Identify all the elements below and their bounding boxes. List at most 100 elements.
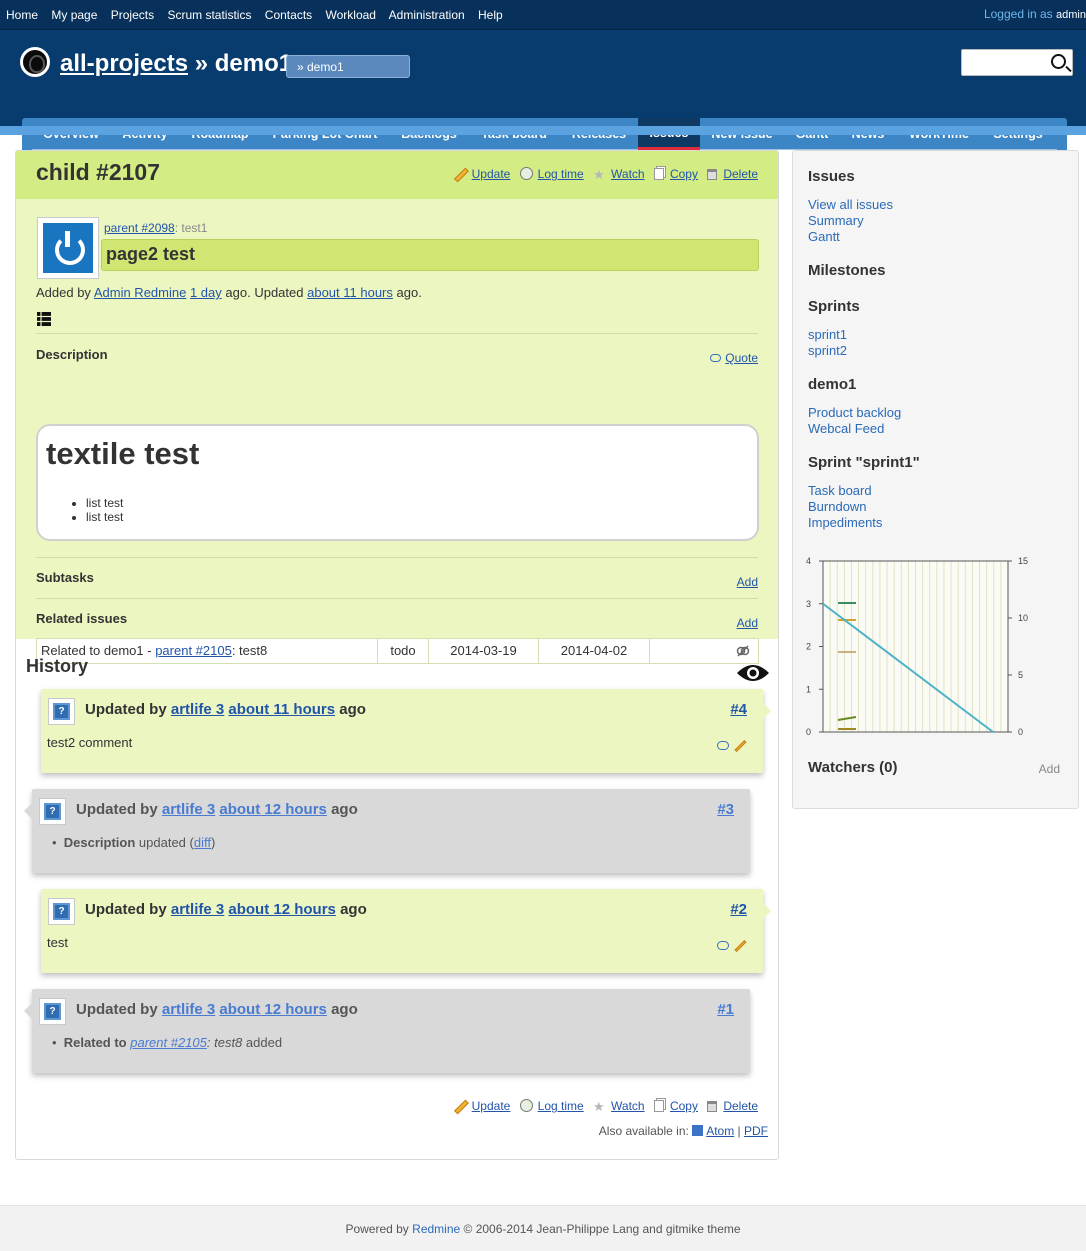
top-menu-home[interactable]: Home	[6, 8, 38, 22]
unlink-icon[interactable]	[736, 644, 750, 658]
chart-grid	[823, 561, 1008, 732]
clock-icon	[519, 167, 533, 180]
top-menu-scrum-statistics[interactable]: Scrum statistics	[167, 8, 251, 22]
journal-header: Updated by artlife 3 about 12 hours ago	[76, 801, 358, 818]
pdf-link[interactable]: PDF	[744, 1124, 768, 1138]
list-icon[interactable]	[37, 312, 51, 326]
journal-pointer	[763, 703, 771, 719]
edit-icon[interactable]	[734, 739, 747, 753]
sidebar-link-task-board[interactable]: Task board	[808, 483, 882, 499]
journal-number-link[interactable]: #3	[717, 801, 734, 818]
quote-icon[interactable]	[717, 741, 729, 750]
history-title: History	[26, 656, 89, 676]
journal-number-link[interactable]: #2	[730, 901, 747, 918]
description-list-item: list test	[86, 510, 123, 524]
created-time-link[interactable]: 1 day	[190, 285, 222, 300]
star-icon: ★	[593, 167, 605, 182]
journal-number-link[interactable]: #1	[717, 1001, 734, 1018]
sidebar-link-impediments[interactable]: Impediments	[808, 515, 882, 531]
issue-header: child #2107 Update Log time ★ Watch Copy …	[16, 151, 778, 199]
author-line: Added by Admin Redmine 1 day ago. Update…	[36, 285, 422, 300]
journal-time-link[interactable]: about 12 hours	[219, 801, 327, 818]
search-input[interactable]	[961, 49, 1073, 76]
sidebar-link-sprint1[interactable]: sprint1	[808, 327, 847, 343]
journal-entry-3: ? Updated by artlife 3 about 12 hours ag…	[24, 789, 750, 873]
footer: Powered by Redmine © 2006-2014 Jean-Phil…	[0, 1205, 1086, 1251]
logo-icon	[20, 47, 50, 77]
update-link[interactable]: Update	[472, 1099, 511, 1113]
journal-user-link[interactable]: artlife 3	[171, 701, 224, 718]
top-menu-help[interactable]: Help	[478, 8, 503, 22]
avatar: ?	[39, 798, 66, 825]
relation-status: todo	[378, 639, 429, 663]
subtasks-label: Subtasks	[36, 570, 94, 585]
update-link[interactable]: Update	[472, 167, 511, 181]
logged-in-label: Logged in as	[983, 7, 1053, 21]
project-jump-box[interactable]: » demo1	[286, 55, 410, 78]
diff-link[interactable]: diff	[194, 835, 211, 850]
journal-user-link[interactable]: artlife 3	[162, 1001, 215, 1018]
top-menu-my-page[interactable]: My page	[51, 8, 97, 22]
quote-icon[interactable]	[717, 941, 729, 950]
issue-content: child #2107 Update Log time ★ Watch Copy …	[15, 150, 779, 1160]
journal-entry-2: ? Updated by artlife 3 about 12 hours ag…	[41, 889, 771, 973]
top-menu-administration[interactable]: Administration	[389, 8, 465, 22]
chart-tick-label: 4	[806, 556, 811, 566]
journal-number-link[interactable]: #4	[730, 701, 747, 718]
sidebar: Issues View all issues Summary Gantt Mil…	[792, 150, 1079, 809]
search-icon[interactable]	[1051, 54, 1066, 69]
delete-link[interactable]: Delete	[723, 1099, 758, 1113]
top-menu-workload[interactable]: Workload	[326, 8, 376, 22]
ago-label: ago.	[396, 285, 422, 300]
journal-user-link[interactable]: artlife 3	[171, 901, 224, 918]
watch-link[interactable]: Watch	[611, 167, 645, 181]
journal-ago-label: ago	[339, 701, 366, 718]
chart-tick-label: 3	[806, 599, 811, 609]
parent-issue-link[interactable]: parent #2098	[104, 221, 175, 235]
relation-issue-link[interactable]: parent #2105	[155, 643, 232, 658]
journal-header: Updated by artlife 3 about 11 hours ago	[85, 701, 366, 718]
copy-link[interactable]: Copy	[670, 1099, 698, 1113]
edit-icon[interactable]	[734, 939, 747, 953]
atom-link[interactable]: Atom	[706, 1124, 734, 1138]
author-link[interactable]: Admin Redmine	[94, 285, 187, 300]
logged-in-user[interactable]: admin	[1056, 9, 1086, 21]
sidebar-link-product-backlog[interactable]: Product backlog	[808, 405, 901, 421]
chart-tick-label: 10	[1018, 613, 1028, 623]
quote-link[interactable]: Quote	[725, 351, 758, 365]
journal-user-link[interactable]: artlife 3	[162, 801, 215, 818]
related-issue-row: Related to demo1 - parent #2105: test8 t…	[36, 638, 759, 664]
copy-link[interactable]: Copy	[670, 167, 698, 181]
burndown-chart[interactable]: 0 1 2 3 4 0 5 10 15	[798, 549, 1068, 749]
sidebar-link-burndown[interactable]: Burndown	[808, 499, 882, 515]
add-watcher-link[interactable]: Add	[1039, 762, 1060, 776]
detail-issue-link[interactable]: parent #2105	[130, 1035, 207, 1050]
eye-icon[interactable]	[736, 663, 770, 683]
top-menu-contacts[interactable]: Contacts	[265, 8, 312, 22]
redmine-link[interactable]: Redmine	[412, 1222, 460, 1236]
sidebar-link-view-all-issues[interactable]: View all issues	[808, 197, 893, 213]
journal-time-link[interactable]: about 12 hours	[219, 1001, 327, 1018]
watch-link[interactable]: Watch	[611, 1099, 645, 1113]
add-subtask-link[interactable]: Add	[737, 575, 758, 589]
sidebar-issues-links: View all issues Summary Gantt	[808, 197, 893, 245]
trash-icon	[707, 1101, 718, 1112]
avatar: ?	[48, 898, 75, 925]
sidebar-link-sprint2[interactable]: sprint2	[808, 343, 847, 359]
sidebar-link-gantt[interactable]: Gantt	[808, 229, 893, 245]
sidebar-link-webcal-feed[interactable]: Webcal Feed	[808, 421, 901, 437]
log-time-link[interactable]: Log time	[538, 167, 584, 181]
sidebar-link-summary[interactable]: Summary	[808, 213, 893, 229]
relation-cell: Related to demo1 - parent #2105: test8	[37, 639, 378, 663]
parent-issue-line: parent #2098: test1	[104, 221, 207, 235]
journal-pointer	[24, 803, 32, 819]
log-time-link[interactable]: Log time	[538, 1099, 584, 1113]
updated-time-link[interactable]: about 11 hours	[307, 285, 393, 300]
journal-time-link[interactable]: about 11 hours	[228, 701, 335, 718]
add-relation-link[interactable]: Add	[737, 616, 758, 630]
delete-link[interactable]: Delete	[723, 167, 758, 181]
journal-pointer	[24, 1003, 32, 1019]
top-menu-projects[interactable]: Projects	[111, 8, 154, 22]
journal-time-link[interactable]: about 12 hours	[228, 901, 336, 918]
parent-project-link[interactable]: all-projects	[60, 50, 188, 77]
